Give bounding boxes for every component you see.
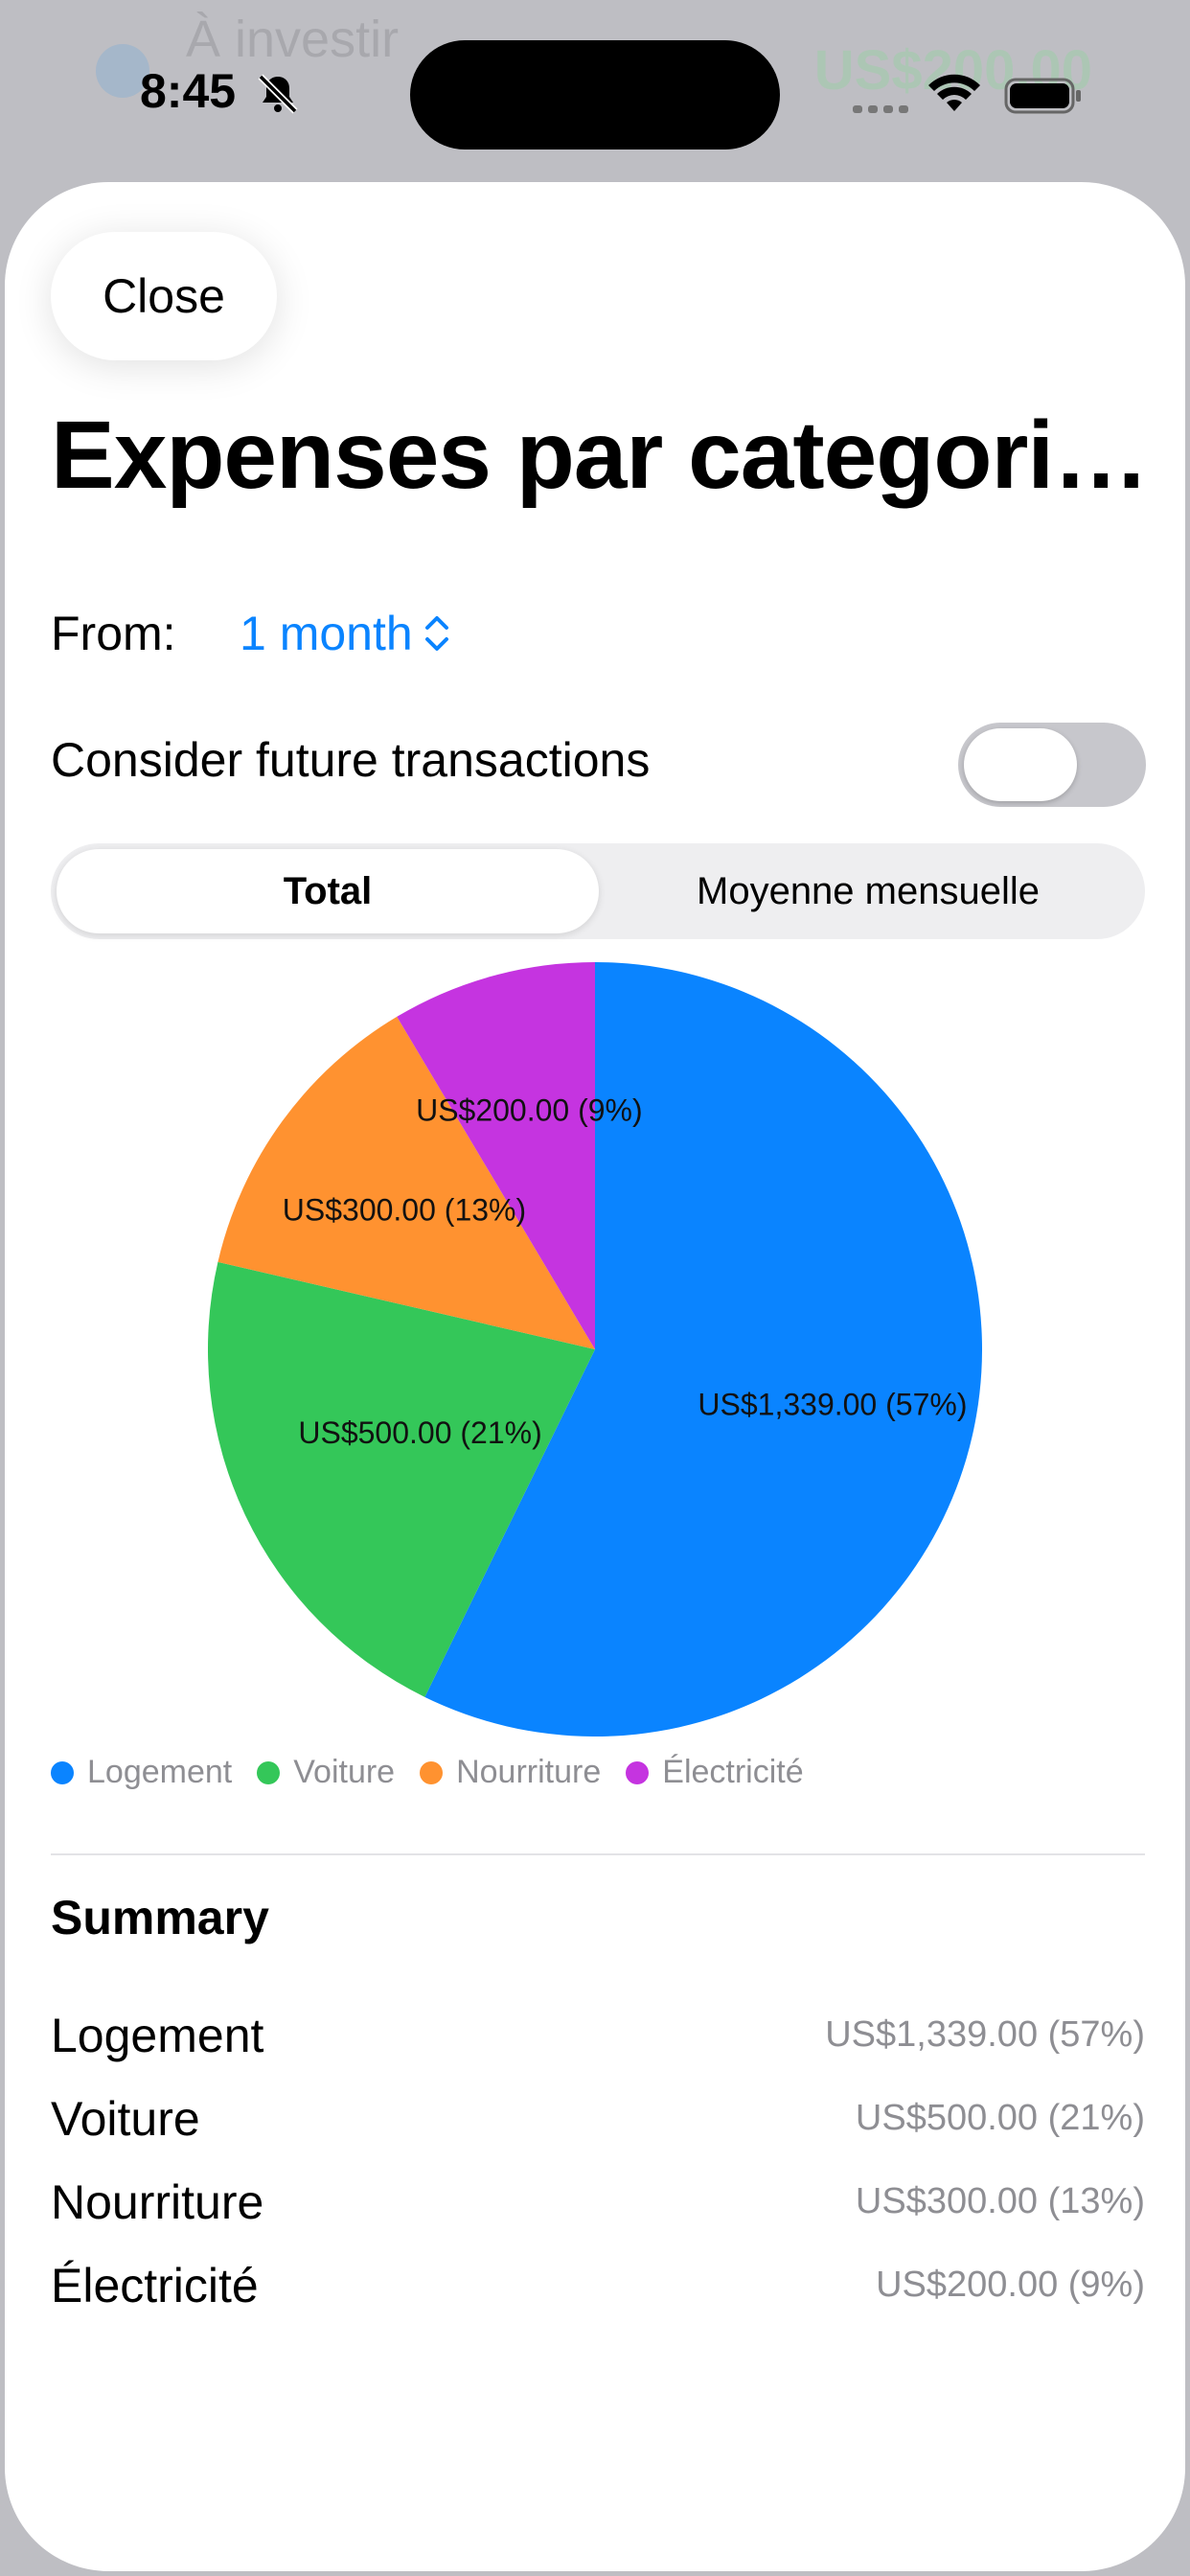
page-title: Expenses par categori… <box>51 402 1143 509</box>
screen: À investir US$200.00 8:45 Close Expenses… <box>0 0 1190 2576</box>
summary-category: Nourriture <box>51 2174 264 2229</box>
legend-dot <box>626 1760 650 1784</box>
pie-chart: US$1,339.00 (57%) US$500.00 (21%) US$300.0… <box>207 962 983 1736</box>
summary-row: Voiture US$500.00 (21%) <box>51 2077 1145 2160</box>
summary-amount: US$1,339.00 (57%) <box>825 2014 1145 2055</box>
bell-slash-icon <box>258 74 298 114</box>
legend-item-electricite: Électricité <box>626 1754 804 1791</box>
from-label: From: <box>51 607 176 660</box>
pie-slice-label: US$500.00 (21%) <box>298 1415 541 1450</box>
legend-dot <box>420 1760 444 1784</box>
cellular-signal-icon <box>853 105 908 113</box>
summary-category: Logement <box>51 2008 264 2062</box>
summary-amount: US$300.00 (13%) <box>855 2181 1145 2221</box>
segment-monthly-average[interactable]: Moyenne mensuelle <box>597 849 1139 933</box>
legend-item-nourriture: Nourriture <box>420 1754 601 1791</box>
summary-row: Logement US$1,339.00 (57%) <box>51 1993 1145 2077</box>
status-time: 8:45 <box>140 64 237 118</box>
period-value: 1 month <box>240 607 413 660</box>
divider <box>51 1853 1145 1855</box>
battery-icon <box>1004 78 1081 114</box>
expenses-sheet: Close Expenses par categori… From: 1 mon… <box>5 182 1185 2571</box>
pie-slice-label: US$300.00 (13%) <box>283 1193 526 1228</box>
close-button[interactable]: Close <box>51 232 277 360</box>
future-transactions-label: Consider future transactions <box>51 733 651 787</box>
summary-row: Électricité US$200.00 (9%) <box>51 2243 1145 2327</box>
background-title: À investir <box>186 11 400 68</box>
legend-item-logement: Logement <box>51 1754 232 1791</box>
legend-label: Voiture <box>293 1754 396 1790</box>
legend-item-voiture: Voiture <box>257 1754 395 1791</box>
chevron-up-down-icon <box>424 616 448 651</box>
legend-dot <box>257 1760 281 1784</box>
summary-list: Logement US$1,339.00 (57%) Voiture US$50… <box>51 1993 1145 2327</box>
chart-legend: Logement Voiture Nourriture Électricité <box>51 1754 829 1791</box>
summary-category: Électricité <box>51 2258 259 2312</box>
legend-label: Logement <box>87 1754 233 1790</box>
toggle-knob <box>964 728 1077 801</box>
segment-total[interactable]: Total <box>57 849 599 933</box>
pie-slice-label: US$1,339.00 (57%) <box>698 1387 967 1421</box>
period-picker[interactable]: 1 month <box>240 606 451 661</box>
summary-title: Summary <box>51 1891 269 1944</box>
legend-dot <box>51 1760 74 1784</box>
legend-label: Nourriture <box>456 1754 602 1790</box>
summary-category: Voiture <box>51 2091 200 2146</box>
summary-row: Nourriture US$300.00 (13%) <box>51 2160 1145 2243</box>
dynamic-island <box>410 40 780 150</box>
pie-slice-label: US$200.00 (9%) <box>416 1093 643 1128</box>
future-transactions-toggle[interactable] <box>958 723 1146 807</box>
summary-amount: US$500.00 (21%) <box>855 2098 1145 2138</box>
wifi-icon <box>928 74 980 111</box>
summary-amount: US$200.00 (9%) <box>876 2265 1145 2305</box>
view-mode-segmented-control: Total Moyenne mensuelle <box>51 843 1145 939</box>
legend-label: Électricité <box>662 1754 804 1790</box>
